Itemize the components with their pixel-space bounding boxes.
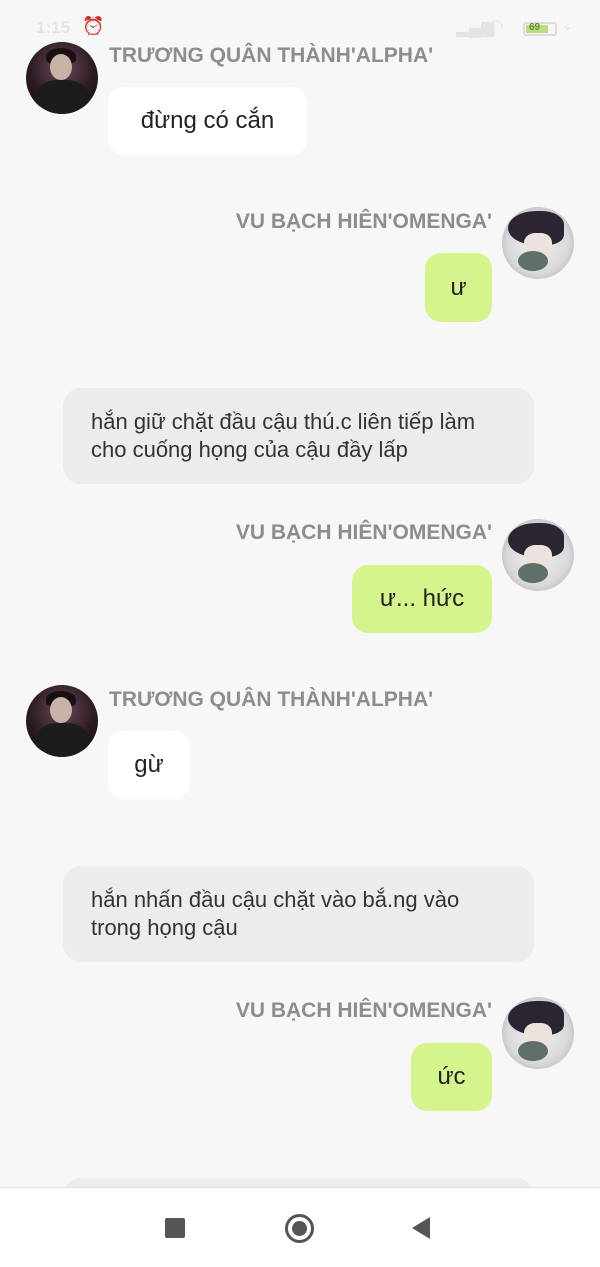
- avatar-omega[interactable]: [502, 997, 574, 1069]
- sender-name: VU BẠCH HIÊN'OMENGA': [235, 999, 492, 1022]
- battery-level: 69: [529, 22, 541, 33]
- message-bubble[interactable]: ư: [425, 253, 492, 322]
- sender-name: TRƯƠNG QUÂN THÀNH'ALPHA': [109, 688, 434, 711]
- avatar-alpha[interactable]: [26, 685, 98, 757]
- status-bar: 1:15 ⏰ ▂▄▆ ◠ 69 ⚡: [0, 0, 600, 40]
- charging-icon: ⚡: [562, 20, 572, 36]
- navigation-bar: [0, 1187, 600, 1267]
- message-bubble[interactable]: gừ: [108, 731, 190, 799]
- triangle-back-icon[interactable]: [412, 1217, 430, 1239]
- status-time: 1:15: [36, 18, 71, 37]
- sender-name: VU BẠCH HIÊN'OMENGA': [235, 521, 492, 544]
- circle-home-icon[interactable]: [285, 1214, 314, 1243]
- sender-name: VU BẠCH HIÊN'OMENGA': [235, 210, 492, 233]
- wifi-icon: ◠: [488, 16, 504, 36]
- message-bubble[interactable]: ư... hức: [352, 565, 492, 633]
- avatar-omega[interactable]: [502, 519, 574, 591]
- sender-name: TRƯƠNG QUÂN THÀNH'ALPHA': [109, 44, 434, 67]
- avatar-omega[interactable]: [502, 207, 574, 279]
- message-bubble[interactable]: ức: [411, 1043, 492, 1111]
- alarm-icon: ⏰: [82, 16, 105, 36]
- avatar-alpha[interactable]: [26, 42, 98, 114]
- battery-icon: 69: [523, 22, 557, 36]
- message-bubble[interactable]: đừng có cắn: [108, 87, 307, 155]
- narration-bubble[interactable]: hắn giữ chặt đầu cậu thú.c liên tiếp làm…: [63, 388, 534, 484]
- narration-bubble[interactable]: hắn nhấn đầu cậu chặt vào bắ.ng vào tron…: [63, 866, 534, 962]
- square-icon[interactable]: [165, 1218, 185, 1238]
